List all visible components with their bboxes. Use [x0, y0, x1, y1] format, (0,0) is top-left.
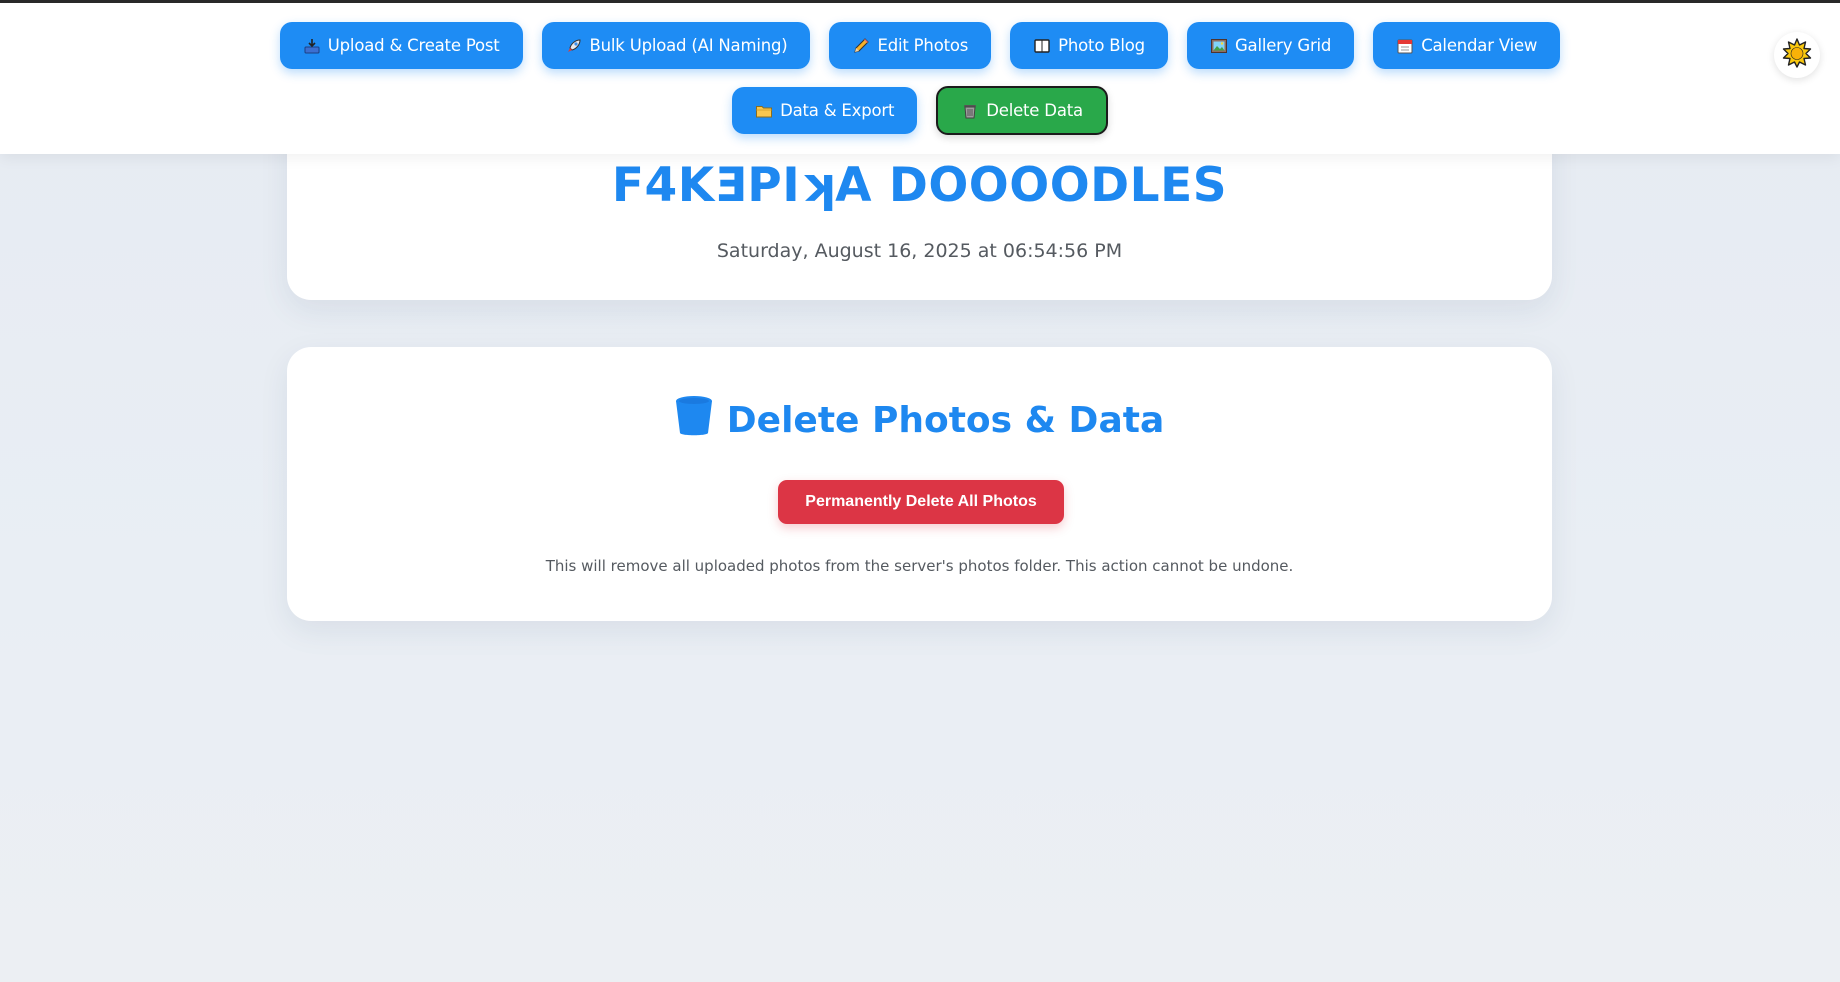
calendar-icon	[1396, 37, 1414, 55]
delete-section-heading: Delete Photos & Data	[287, 395, 1552, 446]
rocket-icon	[565, 37, 583, 55]
nav-button-label: Gallery Grid	[1234, 36, 1332, 55]
theme-toggle-button[interactable]	[1774, 32, 1820, 78]
sun-icon	[1782, 37, 1812, 73]
nav-button-label: Bulk Upload (AI Naming)	[589, 36, 788, 55]
nav-gallery-grid-button[interactable]: Gallery Grid	[1186, 22, 1355, 69]
nav-button-label: Photo Blog	[1058, 36, 1145, 55]
nav-delete-data-button[interactable]: Delete Data	[936, 86, 1108, 135]
book-icon	[1033, 37, 1051, 55]
nav-data-export-button[interactable]: Data & Export	[732, 87, 918, 134]
nav-photo-blog-button[interactable]: Photo Blog	[1010, 22, 1168, 69]
permanently-delete-all-photos-button[interactable]: Permanently Delete All Photos	[778, 480, 1064, 524]
pencil-icon	[852, 37, 870, 55]
wastebasket-icon	[961, 102, 979, 120]
framed-picture-icon	[1210, 37, 1228, 55]
bucket-icon	[675, 395, 713, 446]
delete-data-card: Delete Photos & Data Permanently Delete …	[287, 347, 1552, 621]
delete-warning-text: This will remove all uploaded photos fro…	[545, 557, 1294, 575]
delete-section-title: Delete Photos & Data	[726, 400, 1165, 441]
nav-button-label: Edit Photos	[877, 36, 969, 55]
inbox-tray-icon	[303, 37, 321, 55]
nav-upload-create-post-button[interactable]: Upload & Create Post	[279, 22, 523, 69]
nav-bulk-upload-button[interactable]: Bulk Upload (AI Naming)	[541, 22, 811, 69]
nav-row-secondary: Data & Export Delete Data	[0, 86, 1840, 135]
nav-button-label: Upload & Create Post	[327, 36, 500, 55]
nav-edit-photos-button[interactable]: Edit Photos	[829, 22, 992, 69]
nav-button-label: Data & Export	[780, 101, 895, 120]
nav-calendar-view-button[interactable]: Calendar View	[1373, 22, 1561, 69]
folder-icon	[755, 102, 773, 120]
top-navigation-bar: Upload & Create Post Bulk Upload (AI Nam…	[0, 3, 1840, 154]
current-datetime: Saturday, August 16, 2025 at 06:54:56 PM	[716, 240, 1123, 262]
site-title: F4KƎPIʞA DOOOODLES	[611, 158, 1228, 213]
nav-button-label: Calendar View	[1421, 36, 1538, 55]
nav-button-label: Delete Data	[986, 101, 1083, 120]
nav-row-primary: Upload & Create Post Bulk Upload (AI Nam…	[0, 22, 1840, 69]
